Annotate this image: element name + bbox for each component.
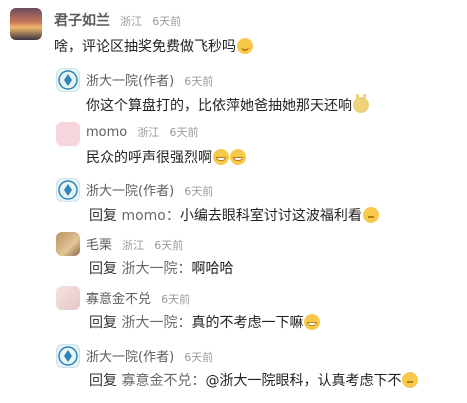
reply-item: 毛栗 浙江 6天前 回复 浙大一院：啊哈哈 bbox=[0, 230, 467, 282]
author-name[interactable]: 君子如兰 bbox=[54, 13, 110, 29]
location: 浙江 bbox=[137, 126, 160, 139]
grin-emoji-icon bbox=[304, 314, 321, 330]
timestamp: 6天前 bbox=[184, 351, 214, 364]
comment-text: 啥，评论区抽奖免费做飞秒吗 bbox=[54, 39, 236, 55]
reply-text-row[interactable]: 回复 浙大一院：啊哈哈 bbox=[89, 258, 233, 278]
timestamp: 6天前 bbox=[184, 185, 214, 198]
timestamp: 6天前 bbox=[169, 126, 199, 139]
grin-emoji-icon bbox=[230, 149, 246, 165]
thinking-emoji-icon bbox=[402, 372, 419, 388]
reply-text-row[interactable]: 回复 寡意金不兑：@浙大一院眼科，认真考虑下不 bbox=[89, 370, 419, 390]
reply-text: 啊哈哈 bbox=[191, 261, 234, 277]
hospital-logo-avatar[interactable] bbox=[56, 68, 80, 92]
author-name[interactable]: momo bbox=[86, 125, 127, 140]
user-avatar[interactable] bbox=[56, 122, 80, 146]
reply-text-row[interactable]: 回复 momo：小编去眼科室讨讨这波福利看 bbox=[89, 205, 379, 225]
hospital-logo-avatar[interactable] bbox=[56, 344, 80, 368]
reply-header: 浙大一院(作者) 6天前 bbox=[86, 180, 213, 199]
reply-item: momo 浙江 6天前 民众的呼声很强烈啊 bbox=[0, 120, 467, 172]
reply-target[interactable]: momo： bbox=[121, 208, 179, 224]
reply-header: 浙大一院(作者) 6天前 bbox=[86, 346, 213, 365]
hospital-logo-avatar[interactable] bbox=[56, 178, 80, 202]
reply-item: 浙大一院(作者) 6天前 回复 寡意金不兑：@浙大一院眼科，认真考虑下不 bbox=[0, 340, 467, 400]
reply-header: 浙大一院(作者) 6天前 bbox=[86, 70, 213, 89]
reply-text: 民众的呼声很强烈啊 bbox=[86, 150, 212, 166]
reply-text: @浙大一院眼科，认真考虑下不 bbox=[205, 373, 402, 389]
timestamp: 6天前 bbox=[161, 293, 191, 306]
user-avatar[interactable] bbox=[56, 232, 80, 256]
reply-prefix: 回复 bbox=[89, 208, 117, 224]
comment-item: 君子如兰 浙江 6天前 啥，评论区抽奖免费做飞秒吗 bbox=[0, 0, 467, 60]
comment-header: 君子如兰 浙江 6天前 bbox=[54, 10, 181, 30]
reply-text-row[interactable]: 回复 浙大一院：真的不考虑一下嘛 bbox=[89, 312, 321, 332]
reply-prefix: 回复 bbox=[89, 373, 117, 389]
location: 浙江 bbox=[122, 239, 145, 252]
reply-item: 浙大一院(作者) 6天前 回复 momo：小编去眼科室讨讨这波福利看 bbox=[0, 174, 467, 228]
author-name[interactable]: 寡意金不兑 bbox=[86, 292, 151, 307]
reply-header: 毛栗 浙江 6天前 bbox=[86, 234, 183, 253]
reply-text-row[interactable]: 你这个算盘打的，比依萍她爸抽她那天还响 bbox=[86, 94, 369, 115]
reply-prefix: 回复 bbox=[89, 315, 117, 331]
reply-target[interactable]: 浙大一院： bbox=[121, 315, 191, 331]
cat-emoji-icon bbox=[353, 94, 369, 113]
grin-emoji-icon bbox=[213, 149, 229, 165]
reply-text-row[interactable]: 民众的呼声很强烈啊 bbox=[86, 147, 246, 167]
reply-text: 小编去眼科室讨讨这波福利看 bbox=[179, 208, 362, 224]
timestamp: 6天前 bbox=[154, 239, 184, 252]
comment-text-row[interactable]: 啥，评论区抽奖免费做飞秒吗 bbox=[54, 36, 253, 56]
author-name[interactable]: 浙大一院(作者) bbox=[86, 184, 174, 199]
reply-header: 寡意金不兑 6天前 bbox=[86, 288, 190, 307]
user-avatar[interactable] bbox=[10, 8, 42, 40]
reply-target[interactable]: 寡意金不兑： bbox=[121, 373, 205, 389]
author-name[interactable]: 浙大一院(作者) bbox=[86, 350, 174, 365]
reply-text: 真的不考虑一下嘛 bbox=[191, 315, 304, 331]
reply-header: momo 浙江 6天前 bbox=[86, 124, 199, 140]
timestamp: 6天前 bbox=[152, 15, 182, 28]
timestamp: 6天前 bbox=[184, 75, 214, 88]
reply-text: 你这个算盘打的，比依萍她爸抽她那天还响 bbox=[86, 98, 352, 114]
user-avatar[interactable] bbox=[56, 286, 80, 310]
smile-emoji-icon bbox=[237, 38, 253, 54]
author-name[interactable]: 浙大一院(作者) bbox=[86, 74, 174, 89]
thinking-emoji-icon bbox=[362, 207, 379, 223]
reply-item: 浙大一院(作者) 6天前 你这个算盘打的，比依萍她爸抽她那天还响 bbox=[0, 64, 467, 118]
reply-target[interactable]: 浙大一院： bbox=[121, 261, 191, 277]
reply-item: 寡意金不兑 6天前 回复 浙大一院：真的不考虑一下嘛 bbox=[0, 284, 467, 336]
author-name[interactable]: 毛栗 bbox=[86, 238, 112, 253]
reply-prefix: 回复 bbox=[89, 261, 117, 277]
location: 浙江 bbox=[120, 15, 143, 28]
